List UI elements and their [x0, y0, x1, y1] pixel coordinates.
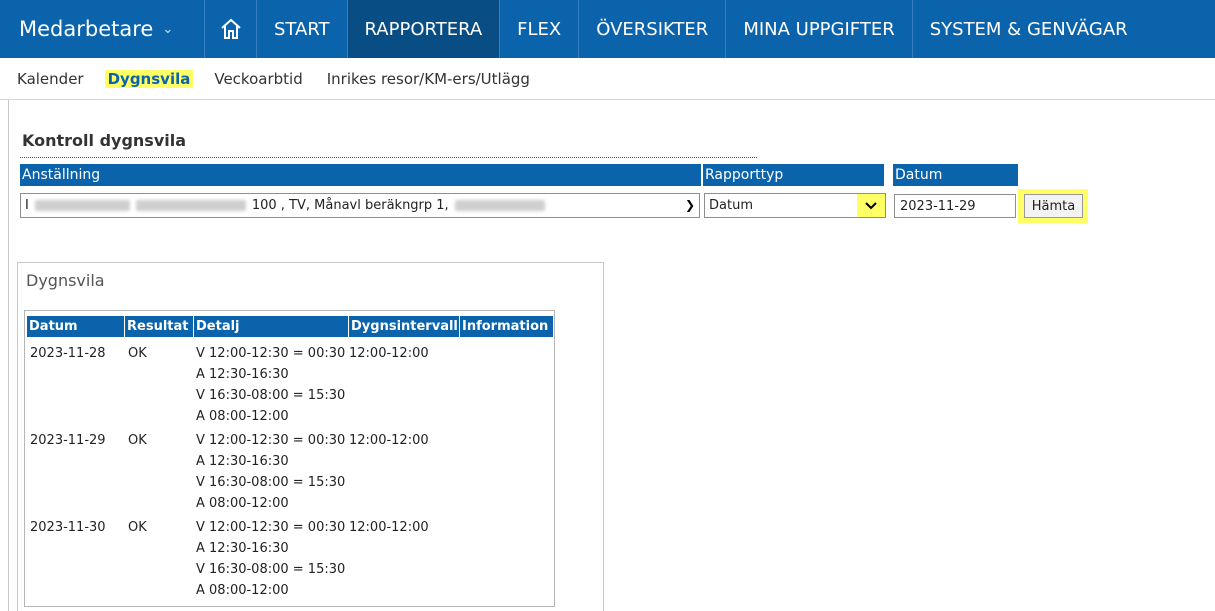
- anstallning-select[interactable]: I 100 , TV, Månavl beräkngrp 1, ❯: [20, 193, 700, 218]
- hamta-button[interactable]: Hämta: [1024, 194, 1083, 218]
- datum-label: Datum: [893, 164, 1018, 186]
- cell-datum: 2023-11-29: [30, 433, 106, 448]
- page-title: Kontroll dygnsvila: [22, 131, 187, 150]
- cell-detalj: V 16:30-08:00 = 15:30: [196, 388, 346, 403]
- redacted-text: [135, 200, 246, 211]
- module-name: Medarbetare: [19, 17, 154, 41]
- cell-detalj: A 08:00-12:00: [196, 409, 289, 424]
- cell-dygnsintervall: 12:00-12:00: [349, 433, 429, 448]
- nav-label: RAPPORTERA: [364, 18, 483, 40]
- redacted-text: [34, 200, 130, 211]
- chevron-down-icon: ❯: [684, 198, 695, 212]
- cell-datum: 2023-11-30: [30, 520, 106, 535]
- cell-detalj: A 08:00-12:00: [196, 496, 289, 511]
- cell-detalj: V 16:30-08:00 = 15:30: [196, 562, 346, 577]
- nav-flex[interactable]: FLEX: [500, 0, 580, 58]
- chevron-down-icon: [857, 194, 885, 217]
- column-header-resultat: Resultat: [124, 316, 191, 337]
- cell-detalj: A 12:30-16:30: [196, 454, 289, 469]
- cell-dygnsintervall: 12:00-12:00: [349, 346, 429, 361]
- subnav-inrikes-resor[interactable]: Inrikes resor/KM-ers/Utlägg: [327, 70, 530, 88]
- nav-label: MINA UPPGIFTER: [743, 18, 895, 40]
- redacted-text: [454, 200, 545, 211]
- column-header-information: Information: [459, 316, 553, 337]
- cell-resultat: OK: [128, 346, 147, 361]
- rapporttyp-select[interactable]: Datum: [704, 193, 886, 218]
- home-button[interactable]: [205, 0, 257, 58]
- table-header: Datum Resultat Detalj Dygnsintervall Inf…: [27, 316, 553, 337]
- nav-rapportera[interactable]: RAPPORTERA: [347, 0, 501, 58]
- divider: [20, 157, 757, 158]
- cell-dygnsintervall: 12:00-12:00: [349, 520, 429, 535]
- module-menu[interactable]: Medarbetare ⌄: [0, 0, 205, 58]
- column-header-datum: Datum: [29, 319, 78, 334]
- nav-label: START: [274, 18, 330, 40]
- column-header-dygnsintervall: Dygnsintervall: [348, 316, 458, 337]
- top-navigation: Medarbetare ⌄ START RAPPORTERA FLEX ÖVER…: [0, 0, 1215, 58]
- subnav-kalender[interactable]: Kalender: [17, 70, 84, 88]
- subnav-dygnsvila[interactable]: Dygnsvila: [104, 69, 194, 88]
- nav-label: FLEX: [517, 18, 562, 40]
- cell-detalj: V 12:00-12:30 = 00:30: [196, 433, 346, 448]
- chevron-down-icon: ⌄: [162, 21, 174, 37]
- rapporttyp-label: Rapporttyp: [703, 164, 884, 186]
- datum-input[interactable]: [894, 194, 1016, 218]
- nav-mina-uppgifter[interactable]: MINA UPPGIFTER: [726, 0, 913, 58]
- nav-system-genvagar[interactable]: SYSTEM & GENVÄGAR: [913, 0, 1145, 58]
- cell-resultat: OK: [128, 520, 147, 535]
- cell-resultat: OK: [128, 433, 147, 448]
- nav-start[interactable]: START: [257, 0, 348, 58]
- subnav-veckoarbtid[interactable]: Veckoarbtid: [214, 70, 302, 88]
- anstallning-label: Anställning: [20, 164, 701, 186]
- panel-title: Dygnsvila: [26, 271, 105, 290]
- cell-detalj: A 08:00-12:00: [196, 583, 289, 598]
- nav-oversikter[interactable]: ÖVERSIKTER: [579, 0, 727, 58]
- rapporttyp-value: Datum: [709, 198, 753, 213]
- divider: [8, 100, 9, 611]
- cell-detalj: A 12:30-16:30: [196, 367, 289, 382]
- sub-navigation: Kalender Dygnsvila Veckoarbtid Inrikes r…: [0, 58, 1215, 100]
- anstallning-value: 100 , TV, Månavl beräkngrp 1,: [251, 198, 449, 213]
- home-icon: [220, 18, 241, 39]
- cell-detalj: V 12:00-12:30 = 00:30: [196, 520, 346, 535]
- cell-detalj: V 16:30-08:00 = 15:30: [196, 475, 346, 490]
- cell-detalj: V 12:00-12:30 = 00:30: [196, 346, 346, 361]
- column-header-detalj: Detalj: [193, 316, 346, 337]
- cell-detalj: A 12:30-16:30: [196, 541, 289, 556]
- nav-label: ÖVERSIKTER: [596, 18, 709, 40]
- cell-datum: 2023-11-28: [30, 346, 106, 361]
- nav-label: SYSTEM & GENVÄGAR: [929, 18, 1128, 40]
- anstallning-prefix: I: [25, 198, 29, 213]
